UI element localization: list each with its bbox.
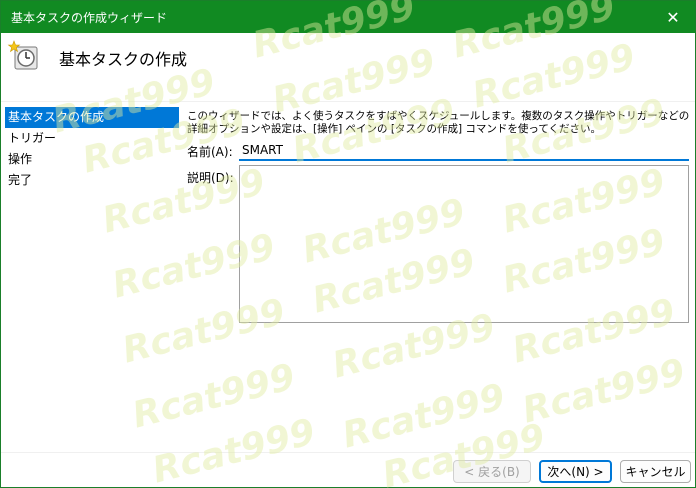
cancel-button[interactable]: キャンセル [620, 460, 691, 483]
step-create-basic-task[interactable]: 基本タスクの作成 [5, 107, 179, 128]
step-label: 操作 [8, 152, 33, 166]
step-label: 基本タスクの作成 [8, 110, 105, 124]
wizard-header: 基本タスクの作成 [1, 33, 695, 101]
wizard-content: このウィザードでは、よく使うタスクをすばやくスケジュールします。複数のタスク操作… [181, 107, 695, 452]
task-wizard-window: 基本タスクの作成ウィザード ✕ 基本タスクの作成 基本タスクの作成 トリガー 操… [0, 0, 696, 488]
step-trigger[interactable]: トリガー [5, 128, 179, 149]
back-button[interactable]: < 戻る(B) [453, 460, 531, 483]
title-bar[interactable]: 基本タスクの作成ウィザード ✕ [1, 1, 695, 33]
task-name-input[interactable] [239, 140, 689, 161]
wizard-description: このウィザードでは、よく使うタスクをすばやくスケジュールします。複数のタスク操作… [187, 110, 690, 135]
close-button[interactable]: ✕ [651, 1, 695, 33]
wizard-steps-nav: 基本タスクの作成 トリガー 操作 完了 [5, 107, 179, 191]
step-label: 完了 [8, 173, 33, 187]
page-title: 基本タスクの作成 [59, 50, 188, 69]
close-icon: ✕ [666, 7, 680, 27]
task-description-input[interactable] [239, 165, 689, 323]
step-action[interactable]: 操作 [5, 149, 179, 170]
scheduled-task-clock-icon [7, 40, 38, 70]
name-label: 名前(A): [187, 145, 233, 159]
next-button[interactable]: 次へ(N) > [539, 460, 612, 483]
wizard-body: 基本タスクの作成 トリガー 操作 完了 このウィザードでは、よく使うタスクをすば… [1, 102, 695, 452]
description-label: 説明(D): [187, 171, 234, 185]
footer-divider [1, 452, 695, 453]
step-finish[interactable]: 完了 [5, 170, 179, 191]
window-title: 基本タスクの作成ウィザード [11, 11, 168, 25]
step-label: トリガー [8, 131, 57, 145]
